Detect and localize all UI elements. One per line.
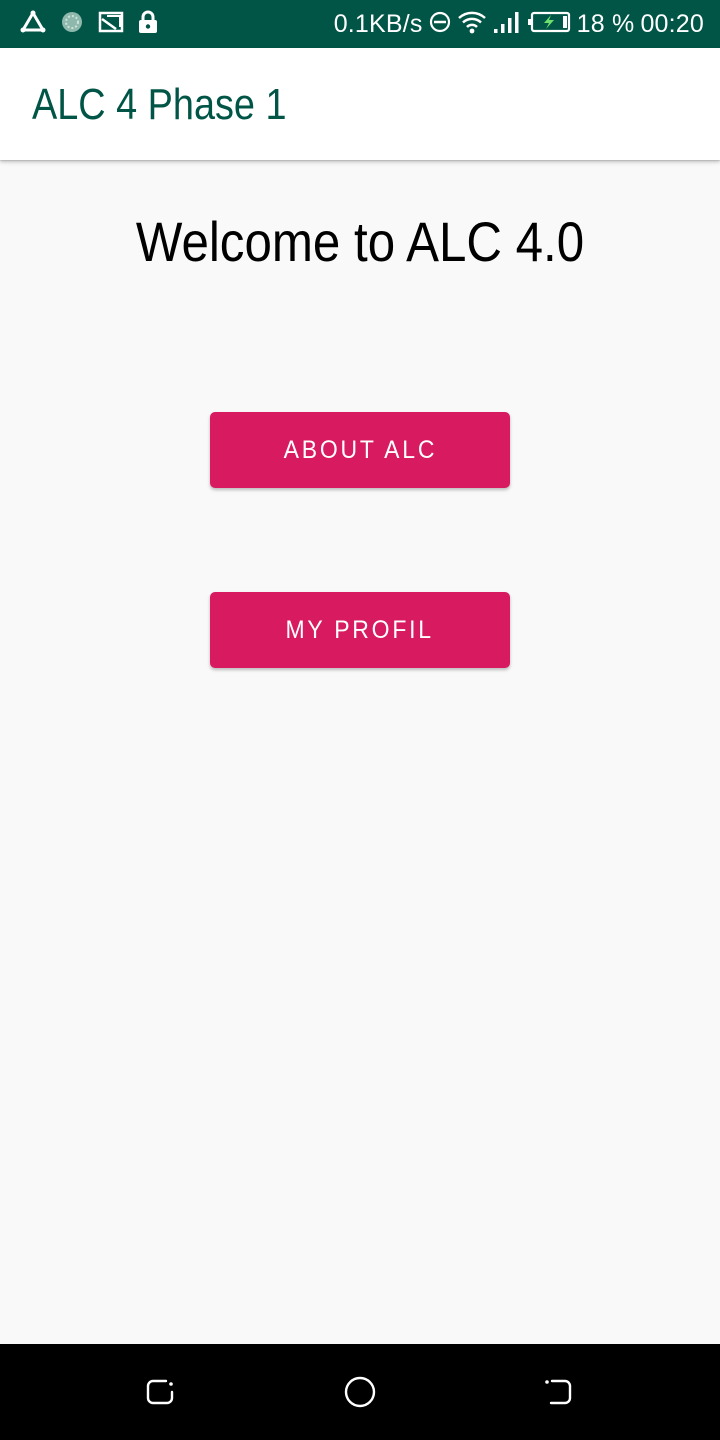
battery-percent: 18 % <box>576 9 635 38</box>
about-alc-button[interactable]: ABOUT ALC <box>210 412 510 488</box>
do-not-disturb-icon <box>429 11 451 38</box>
status-bar: 0.1KB/s 18 % 00:20 <box>0 0 720 48</box>
my-profile-button-label: MY PROFIL <box>285 615 435 644</box>
home-icon[interactable] <box>340 1372 380 1412</box>
welcome-heading: Welcome to ALC 4.0 <box>135 210 585 273</box>
wifi-icon <box>457 10 487 39</box>
about-alc-button-label: ABOUT ALC <box>283 435 437 464</box>
status-right-icons: 0.1KB/s 18 % 00:20 <box>328 0 704 48</box>
battery-charging-icon <box>527 11 571 38</box>
recent-apps-icon[interactable] <box>140 1372 180 1412</box>
navigation-bar <box>0 1344 720 1440</box>
network-speed: 0.1KB/s <box>333 9 423 38</box>
app-title: ALC 4 Phase 1 <box>32 80 287 129</box>
cast-icon <box>98 11 124 38</box>
status-left-icons <box>20 0 172 48</box>
clock: 00:20 <box>640 9 704 38</box>
signal-icon <box>493 10 521 39</box>
main-content: Welcome to ALC 4.0 ABOUT ALC MY PROFIL <box>0 160 720 1344</box>
sync-icon <box>60 10 84 39</box>
my-profile-button[interactable]: MY PROFIL <box>210 592 510 668</box>
app-bar: ALC 4 Phase 1 <box>0 48 720 160</box>
back-icon[interactable] <box>538 1372 578 1412</box>
triangle-icon <box>20 10 46 39</box>
lock-icon <box>138 10 158 39</box>
